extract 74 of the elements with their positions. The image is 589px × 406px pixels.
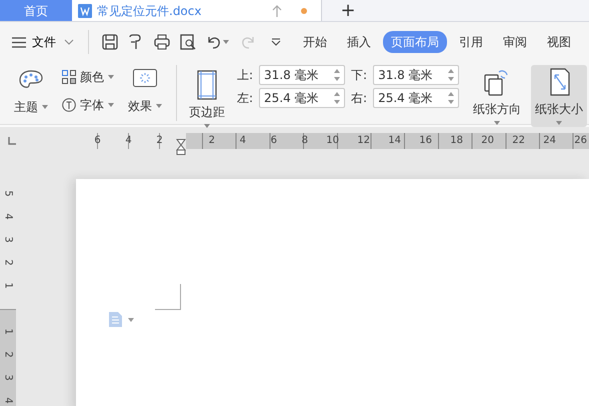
indent-marker-icon[interactable] (176, 139, 186, 155)
ruler-number: 4 (238, 134, 247, 148)
caret-icon (108, 75, 114, 79)
paste-options-button[interactable] (109, 312, 134, 327)
ruler-number: 10 (325, 134, 340, 148)
document-icon (109, 312, 122, 327)
ruler-number: 2 (208, 134, 216, 148)
ruler-number: 1 (2, 281, 14, 291)
margin-label: 左: (237, 90, 254, 107)
caret-icon (156, 104, 162, 108)
ruler-number: 20 (480, 134, 495, 148)
print-icon[interactable] (153, 33, 171, 51)
margin-corner-mark (155, 284, 181, 310)
save-icon[interactable] (101, 33, 119, 51)
margin-field[interactable]: 25.4 毫米 (373, 88, 460, 108)
palette-icon (19, 69, 43, 91)
ribbon-tab[interactable]: 开始 (295, 31, 335, 53)
ruler-number: 8 (300, 134, 309, 148)
ribbon-tab[interactable]: 视图 (539, 31, 579, 53)
upload-icon (272, 4, 282, 16)
margin-field[interactable]: 31.8 毫米 (373, 65, 460, 85)
effects-icon (133, 69, 157, 87)
ruler-number: 24 (542, 134, 557, 148)
ruler-number: 18 (449, 134, 464, 148)
page-margins-icon (197, 70, 217, 100)
ribbon-tab[interactable]: 引用 (451, 31, 491, 53)
margin-label: 下: (351, 67, 368, 84)
fonts-button[interactable]: 字体 (60, 95, 116, 115)
ruler-number: 22 (511, 134, 526, 148)
chevron-down-icon[interactable] (64, 39, 74, 45)
ruler-number: 26 (573, 134, 588, 148)
colors-button[interactable]: 颜色 (60, 67, 116, 87)
spinner-icon[interactable] (448, 91, 454, 105)
dropdown-icon[interactable] (271, 38, 281, 46)
menu-icon[interactable] (12, 36, 26, 48)
spinner-icon[interactable] (334, 91, 340, 105)
ruler-number: 3 (2, 373, 14, 383)
margin-label: 上: (237, 67, 254, 84)
ruler-number: 16 (418, 134, 433, 148)
ruler-number: 6 (270, 134, 278, 148)
ribbon-tab[interactable]: 插入 (339, 31, 379, 53)
font-circle-icon (62, 98, 76, 112)
margin-field[interactable]: 31.8 毫米 (259, 65, 346, 85)
document-tab[interactable]: 常见定位元件.docx (72, 0, 322, 21)
ruler-number: 14 (387, 134, 402, 148)
caret-icon (223, 40, 229, 44)
word-document-icon (78, 4, 92, 18)
theme-button[interactable]: 主题 (12, 97, 50, 117)
new-tab-button[interactable]: + (328, 0, 368, 21)
ruler-number: 6 (93, 134, 102, 148)
effects-button[interactable]: 效果 (126, 96, 164, 116)
margin-field[interactable]: 25.4 毫米 (259, 88, 346, 108)
ruler-number: 4 (124, 134, 133, 148)
paper-size-button[interactable]: 纸张大小 (531, 65, 588, 127)
color-grid-icon (62, 70, 76, 84)
print-preview-icon[interactable] (179, 33, 197, 51)
caret-icon (128, 318, 134, 322)
caret-icon (108, 103, 114, 107)
spinner-icon[interactable] (448, 68, 454, 82)
ribbon-tab[interactable]: 审阅 (495, 31, 535, 53)
margin-label: 右: (351, 90, 368, 107)
ruler-number: 12 (356, 134, 371, 148)
ruler-number: 4 (2, 396, 14, 406)
spinner-icon[interactable] (334, 68, 340, 82)
tab-stop-icon (8, 137, 18, 145)
ruler-number: 2 (155, 134, 164, 148)
ruler-number: 3 (2, 235, 14, 245)
ruler-number: 5 (2, 189, 14, 199)
ruler-number: 2 (2, 350, 14, 360)
caret-icon (42, 105, 48, 109)
ruler-number: 4 (2, 212, 14, 222)
file-menu-button[interactable]: 文件 (30, 33, 58, 51)
ruler-number: 2 (2, 258, 14, 268)
ruler-number: 1 (2, 327, 14, 337)
